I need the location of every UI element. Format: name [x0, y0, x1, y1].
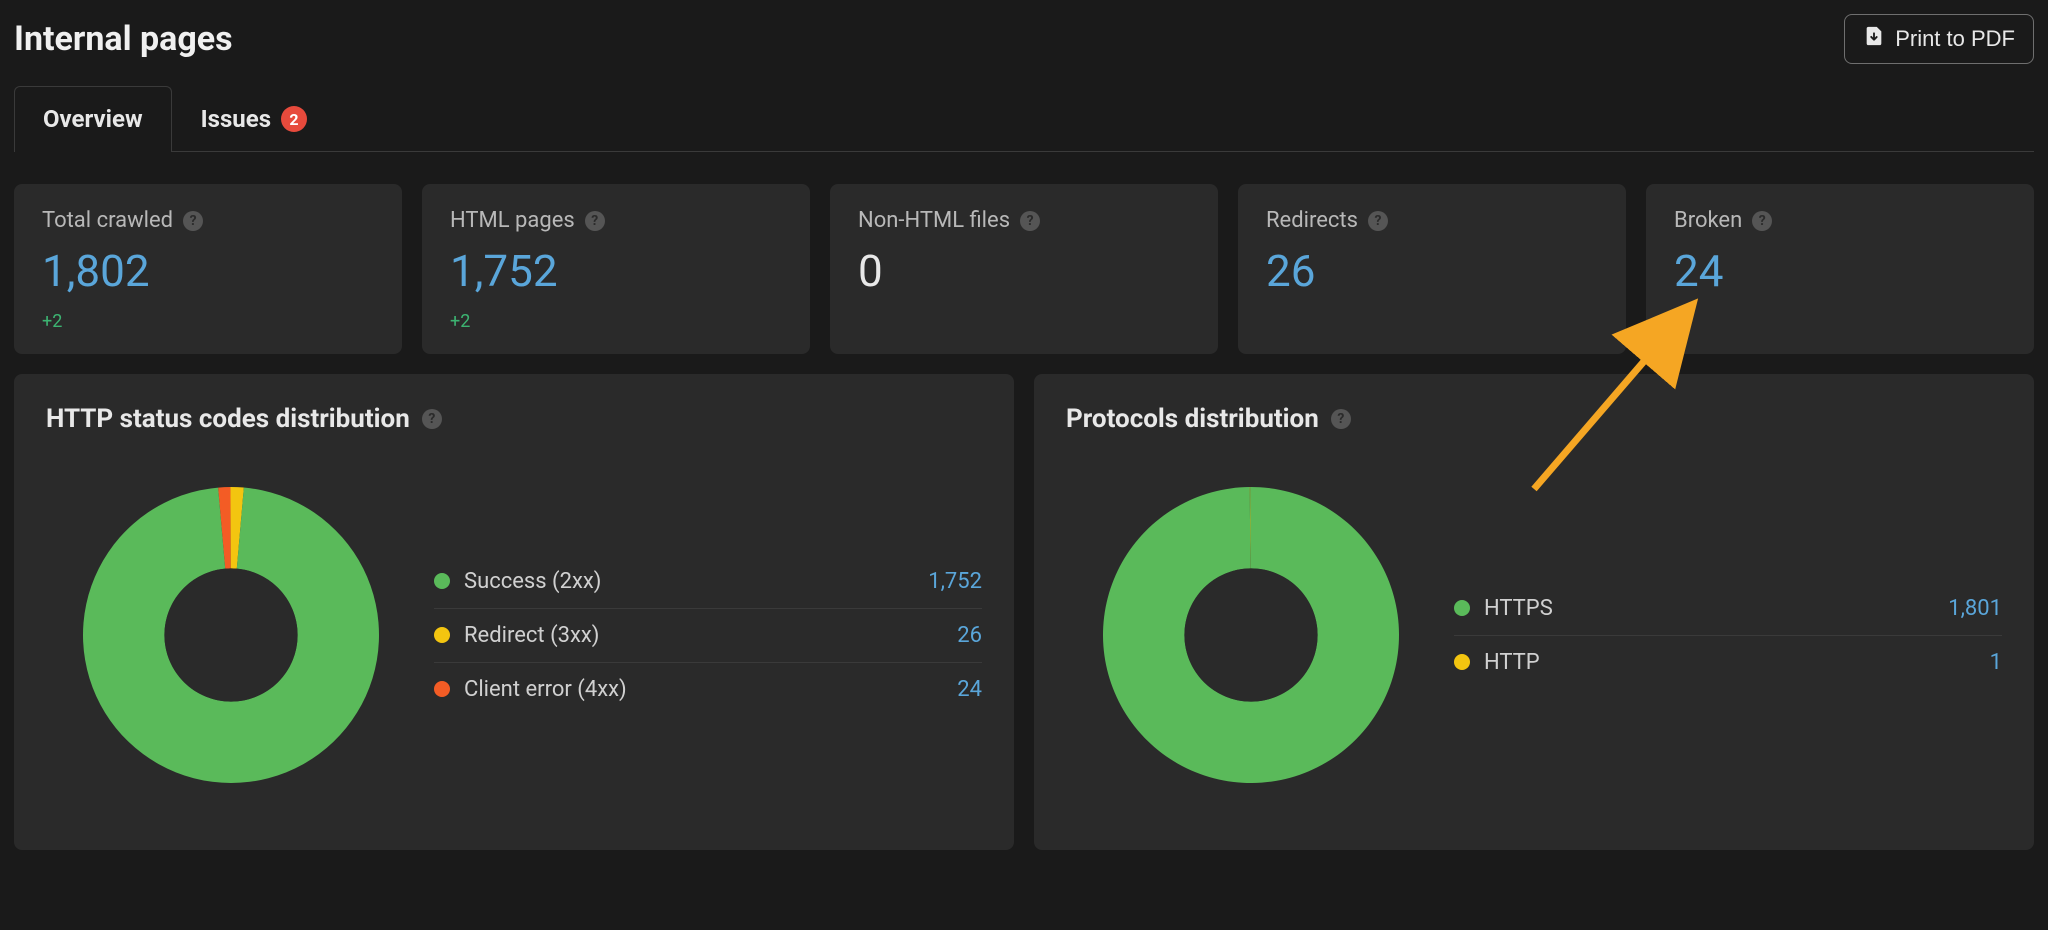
print-to-pdf-button[interactable]: Print to PDF: [1844, 14, 2034, 64]
stat-value: 1,802: [42, 245, 374, 297]
tab-issues-label: Issues: [201, 105, 271, 133]
stat-label: Broken: [1674, 208, 1742, 233]
swatch-icon: [1454, 654, 1470, 670]
issues-count-badge: 2: [281, 106, 307, 132]
swatch-icon: [434, 681, 450, 697]
legend-value: 1: [1990, 650, 2002, 675]
help-icon[interactable]: ?: [1368, 211, 1388, 231]
stat-value: 0: [858, 245, 1190, 297]
help-icon[interactable]: ?: [1752, 211, 1772, 231]
protocols-legend: HTTPS 1,801 HTTP 1: [1454, 582, 2002, 689]
stat-redirects[interactable]: Redirects ? 26: [1238, 184, 1626, 354]
panel-title: HTTP status codes distribution: [46, 404, 410, 434]
stat-value: 1,752: [450, 245, 782, 297]
legend-row-redirect[interactable]: Redirect (3xx) 26: [434, 609, 982, 663]
legend-label: Client error (4xx): [464, 677, 627, 702]
legend-value: 24: [957, 677, 982, 702]
help-icon[interactable]: ?: [422, 409, 442, 429]
legend-label: HTTPS: [1484, 596, 1553, 621]
legend-row-client-error[interactable]: Client error (4xx) 24: [434, 663, 982, 716]
stat-total-crawled[interactable]: Total crawled ? 1,802 +2: [14, 184, 402, 354]
stat-non-html-files[interactable]: Non-HTML files ? 0: [830, 184, 1218, 354]
stat-label: Non-HTML files: [858, 208, 1010, 233]
stat-value: 26: [1266, 245, 1598, 297]
legend-row-https[interactable]: HTTPS 1,801: [1454, 582, 2002, 636]
panel-title: Protocols distribution: [1066, 404, 1319, 434]
legend-value: 1,801: [1948, 596, 2002, 621]
help-icon[interactable]: ?: [585, 211, 605, 231]
download-icon: [1863, 25, 1885, 53]
tab-issues[interactable]: Issues 2: [172, 86, 336, 151]
legend-value: 26: [957, 623, 982, 648]
panel-http-status: HTTP status codes distribution ? Success…: [14, 374, 1014, 850]
stat-html-pages[interactable]: HTML pages ? 1,752 +2: [422, 184, 810, 354]
legend-row-http[interactable]: HTTP 1: [1454, 636, 2002, 689]
legend-value: 1,752: [928, 569, 982, 594]
help-icon[interactable]: ?: [1331, 409, 1351, 429]
page-title: Internal pages: [14, 19, 233, 59]
swatch-icon: [1454, 600, 1470, 616]
stat-broken[interactable]: Broken ? 24: [1646, 184, 2034, 354]
tab-overview[interactable]: Overview: [14, 86, 172, 151]
panel-protocols: Protocols distribution ? HTTPS 1,801: [1034, 374, 2034, 850]
stat-label: HTML pages: [450, 208, 575, 233]
http-status-legend: Success (2xx) 1,752 Redirect (3xx) 26: [434, 555, 982, 716]
http-status-donut-chart[interactable]: [46, 450, 416, 820]
stat-delta: +2: [450, 311, 782, 332]
help-icon[interactable]: ?: [1020, 211, 1040, 231]
swatch-icon: [434, 573, 450, 589]
protocols-donut-chart[interactable]: [1066, 450, 1436, 820]
legend-label: Success (2xx): [464, 569, 601, 594]
tab-overview-label: Overview: [43, 105, 143, 133]
tabs: Overview Issues 2: [14, 86, 2034, 152]
swatch-icon: [434, 627, 450, 643]
print-to-pdf-label: Print to PDF: [1895, 26, 2015, 52]
stat-label: Total crawled: [42, 208, 173, 233]
legend-label: Redirect (3xx): [464, 623, 599, 648]
legend-row-success[interactable]: Success (2xx) 1,752: [434, 555, 982, 609]
stat-delta: +2: [42, 311, 374, 332]
stat-label: Redirects: [1266, 208, 1358, 233]
help-icon[interactable]: ?: [183, 211, 203, 231]
stat-value: 24: [1674, 245, 2006, 297]
legend-label: HTTP: [1484, 650, 1540, 675]
